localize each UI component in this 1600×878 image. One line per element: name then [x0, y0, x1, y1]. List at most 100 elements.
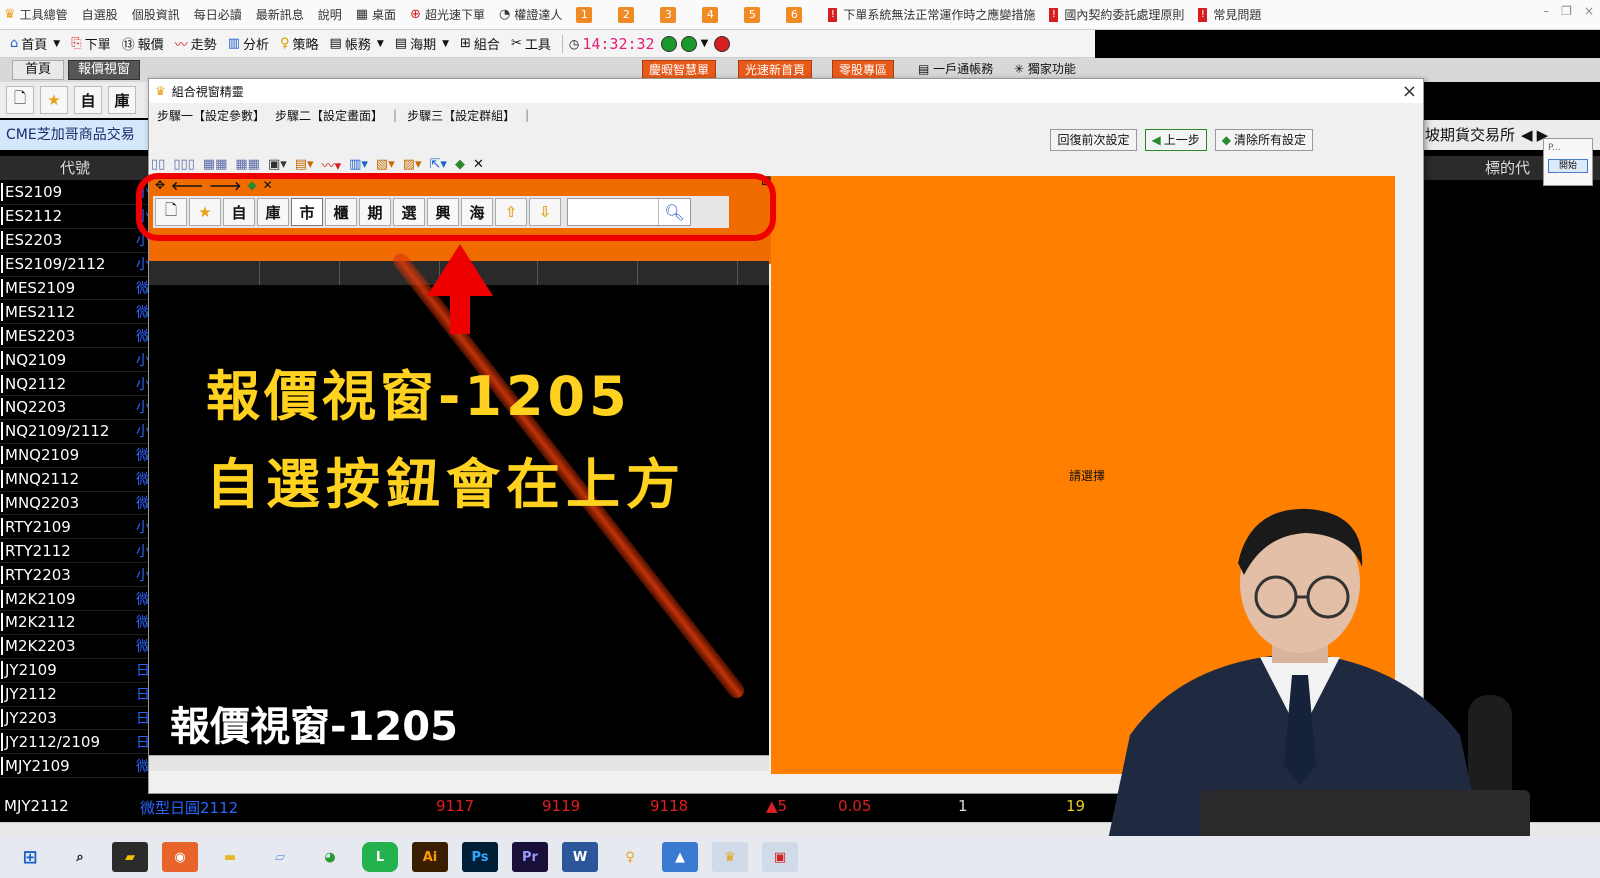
- mini-popup-start-button[interactable]: 開始: [1548, 159, 1588, 173]
- layout-clip-icon[interactable]: ▧▾: [376, 157, 395, 172]
- code-row[interactable]: JY2203 日: [0, 707, 150, 731]
- toolbar-combo[interactable]: ⊞ 組合: [460, 34, 500, 53]
- shortcut-6[interactable]: 6: [786, 6, 803, 23]
- crown-icon[interactable]: ♛: [712, 842, 748, 872]
- notice-emergency[interactable]: ! 下單系統無法正常運作時之應變措施: [828, 6, 1035, 23]
- quick-link-exclusive[interactable]: ✳ 獨家功能: [1008, 60, 1082, 80]
- menu-warrant-expert[interactable]: ◔ 權證達人: [499, 6, 562, 23]
- notes-icon[interactable]: ▱: [262, 842, 298, 872]
- menu-stock-info[interactable]: 個股資訊: [132, 6, 180, 23]
- layout-grid-icon[interactable]: ▦▦: [203, 157, 228, 172]
- quick-link-smart-order[interactable]: 慶暇智慧單: [642, 60, 717, 80]
- shortcut-5[interactable]: 5: [744, 6, 761, 23]
- restore-previous-button[interactable]: 回復前次設定: [1050, 129, 1137, 151]
- toolbar-trend[interactable]: 〰走勢: [175, 34, 217, 53]
- layout-export-icon[interactable]: ⇱▾: [430, 157, 447, 172]
- file-explorer-icon[interactable]: ▬: [212, 842, 248, 872]
- shortcut-1[interactable]: 1: [576, 6, 593, 23]
- code-row[interactable]: MNQ2109 微: [0, 444, 150, 468]
- code-row[interactable]: JY2109 日: [0, 659, 150, 683]
- bg-btn-lib[interactable]: 庫: [108, 86, 136, 114]
- layout-1col-icon[interactable]: ▯▯: [151, 157, 165, 172]
- code-row[interactable]: RTY2109 小: [0, 515, 150, 540]
- close-icon[interactable]: ×: [1584, 4, 1594, 18]
- word-icon[interactable]: W: [562, 842, 598, 872]
- premiere-icon[interactable]: Pr: [512, 842, 548, 872]
- restore-icon[interactable]: ❐: [1561, 4, 1572, 18]
- toolbar-tools[interactable]: ✂ 工具: [511, 34, 551, 53]
- dialog-close-icon[interactable]: ×: [1402, 81, 1417, 102]
- step-3[interactable]: 步驟三【設定群組】: [407, 107, 515, 124]
- toolbar-home[interactable]: ⌂ 首頁 ▼: [10, 34, 60, 53]
- code-row[interactable]: JY2112 日: [0, 683, 150, 707]
- code-row[interactable]: MJY2109 微: [0, 754, 150, 779]
- code-row[interactable]: RTY2203 小: [0, 563, 150, 588]
- status-green-icon[interactable]: [660, 35, 677, 52]
- photos-icon[interactable]: ▲: [662, 842, 698, 872]
- menu-help[interactable]: 說明: [318, 6, 342, 23]
- code-row[interactable]: NQ2109 小: [0, 348, 150, 373]
- code-row[interactable]: NQ2112 小: [0, 372, 150, 397]
- code-row[interactable]: MES2112 微: [0, 300, 150, 325]
- notice-faq[interactable]: ! 常見問題: [1198, 6, 1261, 23]
- menu-desktop[interactable]: ▦ 桌面: [356, 6, 396, 23]
- toolbar-analysis[interactable]: ▥ 分析: [228, 34, 269, 53]
- code-row[interactable]: NQ2203 小: [0, 396, 150, 420]
- quick-link-new-home[interactable]: 光速新首頁: [738, 60, 813, 80]
- toolbar-order[interactable]: ⎘ 下單: [71, 34, 110, 53]
- toolbar-account[interactable]: ▤ 帳務 ▼: [330, 34, 384, 53]
- quote-panel-scrollbar[interactable]: [149, 755, 769, 771]
- menu-latest-news[interactable]: 最新訊息: [256, 6, 304, 23]
- bulb-icon[interactable]: ♀: [612, 842, 648, 872]
- chevron-down-icon[interactable]: ▼: [442, 39, 449, 49]
- tab-quote-window[interactable]: 報價視窗: [68, 60, 140, 80]
- star-icon[interactable]: ★: [40, 86, 68, 114]
- layout-eraser-icon[interactable]: ◆: [455, 157, 465, 172]
- tab-home[interactable]: 首頁: [12, 60, 64, 80]
- shortcut-2[interactable]: 2: [618, 6, 635, 23]
- layout-2col-icon[interactable]: ▯▯▯: [173, 157, 194, 172]
- line-icon[interactable]: L: [362, 842, 398, 872]
- notice-contract-principles[interactable]: ! 國內契約委託處理原則: [1049, 6, 1184, 23]
- code-row[interactable]: ES2109 小: [0, 181, 150, 205]
- bg-btn-self[interactable]: 自: [74, 86, 102, 114]
- sticky-notes-icon[interactable]: ▰: [112, 842, 148, 872]
- code-row[interactable]: MES2109 微: [0, 277, 150, 301]
- quick-link-odd-lot[interactable]: 零股專區: [832, 60, 895, 80]
- status-green-icon[interactable]: [680, 35, 697, 52]
- shortcut-4[interactable]: 4: [702, 6, 719, 23]
- trading-app-icon[interactable]: ▣: [762, 842, 798, 872]
- chevron-down-icon[interactable]: ▼: [701, 38, 709, 49]
- layout-grid2-icon[interactable]: ▦▦: [235, 157, 260, 172]
- photoshop-icon[interactable]: Ps: [462, 842, 498, 872]
- previous-step-button[interactable]: ◀ 上一步: [1144, 129, 1207, 151]
- menu-speed-order[interactable]: ⊕ 超光速下單: [410, 6, 485, 23]
- chrome-icon[interactable]: ◕: [312, 842, 348, 872]
- bg-exchange-banner[interactable]: CME芝加哥商品交易: [0, 120, 150, 150]
- code-column-header[interactable]: 代號: [0, 156, 150, 180]
- code-row[interactable]: MNQ2112 微: [0, 468, 150, 492]
- code-row[interactable]: M2K2109 微: [0, 587, 150, 612]
- layout-bars-icon[interactable]: ▥▾: [349, 157, 368, 172]
- mini-popup[interactable]: P... 開始: [1543, 138, 1593, 186]
- app-orange-icon[interactable]: ◉: [162, 842, 198, 872]
- chevron-down-icon[interactable]: ▼: [377, 39, 384, 49]
- clear-all-button[interactable]: ◆ 清除所有設定: [1214, 129, 1313, 151]
- chevron-down-icon[interactable]: ▼: [53, 39, 60, 49]
- step-1[interactable]: 步驟一【設定參數】: [157, 107, 265, 124]
- nav-left-icon[interactable]: ◀: [1521, 126, 1533, 144]
- layout-board-icon[interactable]: ▨▾: [403, 157, 422, 172]
- menu-watchlist[interactable]: 自選股: [82, 6, 118, 23]
- code-row[interactable]: RTY2112 小: [0, 539, 150, 564]
- toolbar-quote[interactable]: ⑬ 報價: [122, 34, 164, 53]
- menu-tools-manager[interactable]: ♛ 工具總管: [4, 6, 68, 23]
- code-row[interactable]: MNQ2203 微: [0, 492, 150, 516]
- windows-start-icon[interactable]: ⊞: [12, 842, 48, 872]
- code-row[interactable]: M2K2112 微: [0, 611, 150, 635]
- shortcut-3[interactable]: 3: [660, 6, 677, 23]
- code-row[interactable]: MES2203 微: [0, 324, 150, 349]
- toolbar-overseas[interactable]: ▤ 海期 ▼: [395, 34, 449, 53]
- bottom-quote-row[interactable]: MJY2112 微型日圓2112 9117 9119 9118 ▲5 0.05 …: [0, 795, 1160, 819]
- illustrator-icon[interactable]: Ai: [412, 842, 448, 872]
- minimize-icon[interactable]: –: [1543, 4, 1549, 18]
